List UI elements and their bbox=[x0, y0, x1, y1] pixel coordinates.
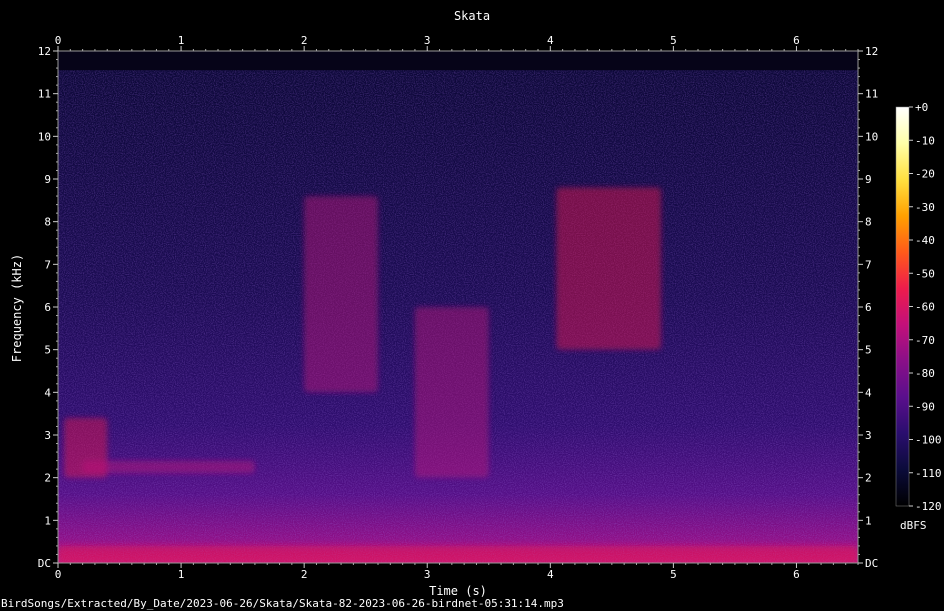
y-tick-label-left: 12 bbox=[38, 45, 51, 58]
colorbar-tick-label: -50 bbox=[915, 267, 935, 280]
file-path-label: BirdSongs/Extracted/By_Date/2023-06-26/S… bbox=[1, 597, 564, 610]
colorbar-tick-label: -10 bbox=[915, 134, 935, 147]
colorbar-tick-label: -60 bbox=[915, 301, 935, 314]
spectrogram-plot: 00112233445566DC DC1 12 23 34 45 56 67 78 89 910 10… bbox=[38, 34, 942, 581]
y-tick-label-right: 9 bbox=[865, 173, 872, 186]
y-tick-label-right: DC bbox=[865, 557, 878, 570]
spectrogram-feature-3 bbox=[414, 307, 489, 478]
colorbar bbox=[895, 106, 910, 507]
x-tick-label-top: 4 bbox=[547, 34, 554, 47]
x-tick-label-top: 2 bbox=[301, 34, 308, 47]
y-tick-label-left: 7 bbox=[44, 258, 51, 271]
y-tick-label-right: 8 bbox=[865, 216, 872, 229]
colorbar-tick-label: -100 bbox=[915, 434, 942, 447]
x-tick-label-bottom: 1 bbox=[178, 568, 185, 581]
colorbar-tick-label: -110 bbox=[915, 467, 942, 480]
y-tick-label-left: 4 bbox=[44, 386, 51, 399]
y-tick-label-right: 11 bbox=[865, 88, 878, 101]
colorbar-tick-label: -20 bbox=[915, 168, 935, 181]
x-tick-label-top: 5 bbox=[670, 34, 677, 47]
x-tick-label-top: 6 bbox=[793, 34, 800, 47]
y-tick-label-right: 1 bbox=[865, 514, 872, 527]
x-tick-label-bottom: 3 bbox=[424, 568, 431, 581]
colorbar-unit-label: dBFS bbox=[900, 519, 927, 532]
x-tick-label-top: 1 bbox=[178, 34, 185, 47]
x-tick-label-bottom: 5 bbox=[670, 568, 677, 581]
y-tick-label-left: 8 bbox=[44, 216, 51, 229]
spectrogram-feature-1 bbox=[82, 460, 255, 474]
y-tick-label-left: 3 bbox=[44, 429, 51, 442]
y-tick-label-left: 1 bbox=[44, 514, 51, 527]
colorbar-tick-label: -90 bbox=[915, 400, 935, 413]
colorbar-tick-label: -120 bbox=[915, 500, 942, 513]
y-tick-label-left: 11 bbox=[38, 88, 51, 101]
spectrogram-chart: Skata 0 0 1 1 2 2 3 3 4 4 5 5 6 6 DC DC 1 1 2 2 3 3 4 4 5 5 6 6 7 7 8 8… bbox=[0, 0, 944, 611]
spectrogram-feature-5 bbox=[58, 545, 858, 563]
y-tick-label-right: 6 bbox=[865, 301, 872, 314]
y-tick-label-left: 6 bbox=[44, 301, 51, 314]
colorbar-tick-label: -70 bbox=[915, 334, 935, 347]
spectrogram-feature-4 bbox=[556, 187, 662, 350]
x-tick-label-bottom: 0 bbox=[55, 568, 62, 581]
x-tick-label-top: 0 bbox=[55, 34, 62, 47]
y-tick-label-left: 9 bbox=[44, 173, 51, 186]
y-tick-label-right: 2 bbox=[865, 472, 872, 485]
x-tick-label-bottom: 2 bbox=[301, 568, 308, 581]
y-axis-label: Frequency (kHz) bbox=[10, 253, 24, 363]
y-tick-label-right: 10 bbox=[865, 130, 878, 143]
x-tick-label-bottom: 6 bbox=[793, 568, 800, 581]
y-tick-label-right: 5 bbox=[865, 344, 872, 357]
colorbar-tick-label: -80 bbox=[915, 367, 935, 380]
spectrogram-feature-2 bbox=[304, 196, 378, 393]
x-tick-label-top: 3 bbox=[424, 34, 431, 47]
y-tick-label-right: 7 bbox=[865, 258, 872, 271]
y-tick-label-left: 10 bbox=[38, 130, 51, 143]
x-axis-label: Time (s) bbox=[429, 584, 487, 598]
y-tick-label-right: 12 bbox=[865, 45, 878, 58]
colorbar-tick-label: +0 bbox=[915, 101, 928, 114]
y-tick-label-right: 4 bbox=[865, 386, 872, 399]
y-tick-label-left: 2 bbox=[44, 472, 51, 485]
colorbar-tick-label: -30 bbox=[915, 201, 935, 214]
y-tick-label-left: 5 bbox=[44, 344, 51, 357]
y-tick-label-left: DC bbox=[38, 557, 51, 570]
y-tick-label-right: 3 bbox=[865, 429, 872, 442]
colorbar-tick-label: -40 bbox=[915, 234, 935, 247]
x-tick-label-bottom: 4 bbox=[547, 568, 554, 581]
